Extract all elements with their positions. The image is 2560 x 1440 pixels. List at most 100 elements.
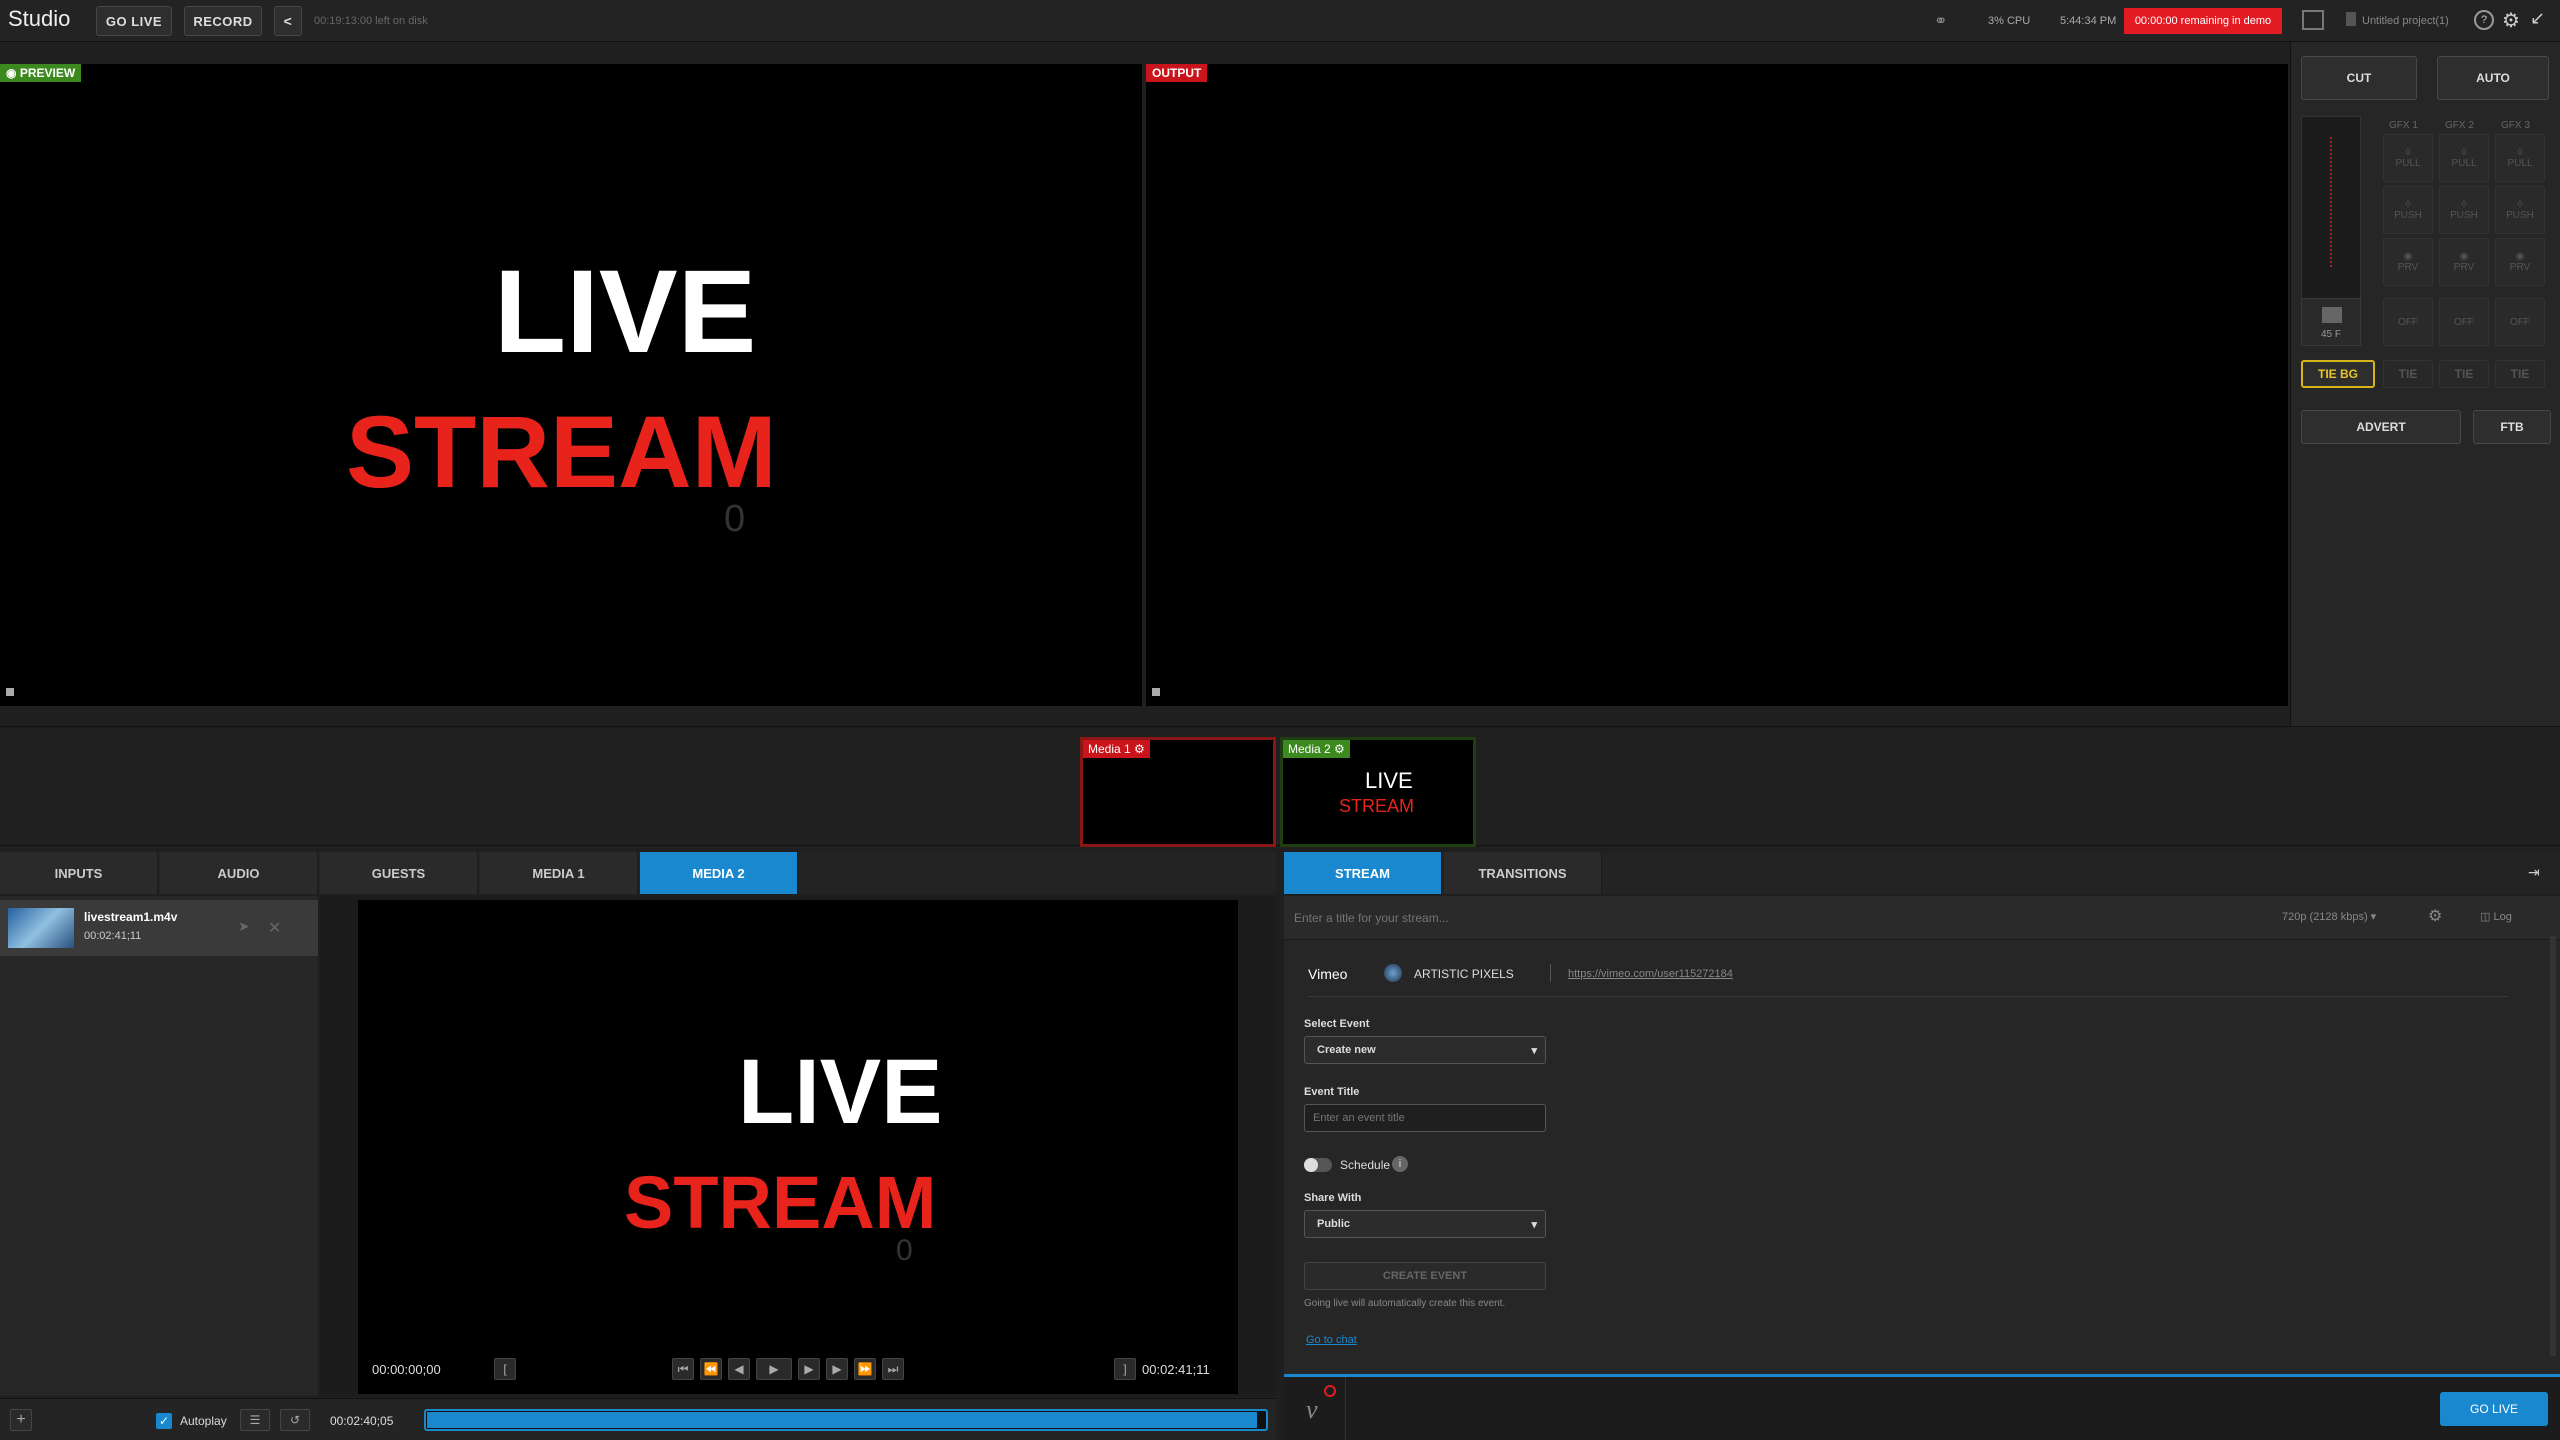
share-with-label: Share With: [1304, 1192, 1362, 1204]
share-with-dropdown[interactable]: Public ▾: [1304, 1210, 1546, 1238]
gfx-3-prv-button[interactable]: ◉ PRV: [2495, 238, 2545, 286]
gfx-1-label: GFX 1: [2389, 120, 2418, 131]
lock-icon[interactable]: [6, 688, 14, 696]
gfx-2-off-button[interactable]: OFF: [2439, 298, 2489, 346]
gfx-1-pull-button[interactable]: ◊ PULL: [2383, 134, 2433, 182]
schedule-toggle[interactable]: [1304, 1158, 1332, 1172]
cpu-usage: 3% CPU: [1988, 15, 2031, 27]
playlist: livestream1.m4v 00:02:41;11 ➤ ✕: [0, 896, 318, 1396]
stream-footer: v GO LIVE: [1284, 1374, 2560, 1440]
tab-stream[interactable]: STREAM: [1284, 852, 1442, 894]
add-icon[interactable]: +: [10, 1409, 32, 1431]
media-2-live-text: LIVE: [1365, 768, 1413, 793]
thumbnail: [8, 908, 74, 948]
layout-icon[interactable]: [2302, 10, 2324, 30]
tab-media-1[interactable]: MEDIA 1: [480, 852, 638, 894]
scrub-progress: [427, 1412, 1257, 1428]
media-viewport[interactable]: LIVE STREAM 0 00:00:00;00 [ ⏮ ⏪ ◀ ▶ ▶ ▶ …: [358, 900, 1238, 1394]
frames-box[interactable]: 45 F: [2301, 298, 2361, 346]
gear-icon[interactable]: ⚙: [2428, 906, 2442, 926]
stream-title-input[interactable]: [1294, 904, 2194, 932]
event-title-input[interactable]: [1304, 1104, 1546, 1132]
play-icon[interactable]: ▶: [798, 1358, 820, 1380]
tie-3-button[interactable]: TIE: [2495, 360, 2545, 388]
preview-label: ◉ PREVIEW: [0, 64, 82, 82]
output-viewport[interactable]: OUTPUT: [1146, 64, 2288, 706]
divider: [1550, 964, 1551, 982]
gfx-2-prv-button[interactable]: ◉ PRV: [2439, 238, 2489, 286]
tab-guests[interactable]: GUESTS: [320, 852, 478, 894]
fast-forward-icon[interactable]: ⏩: [854, 1358, 876, 1380]
list-icon[interactable]: ☰: [240, 1409, 270, 1431]
play-loop-icon[interactable]: ▶: [756, 1358, 792, 1380]
loop-icon[interactable]: ↺: [280, 1409, 310, 1431]
media-counter: 0: [896, 1234, 913, 1267]
tab-transitions[interactable]: TRANSITIONS: [1444, 852, 1602, 894]
tie-1-button[interactable]: TIE: [2383, 360, 2433, 388]
scrub-bar[interactable]: [424, 1409, 1268, 1431]
tab-inputs[interactable]: INPUTS: [0, 852, 158, 894]
autoplay-checkbox[interactable]: ✓: [156, 1413, 172, 1429]
vimeo-icon: v: [1306, 1395, 1318, 1424]
gfx-3-pull-button[interactable]: ◊ PULL: [2495, 134, 2545, 182]
step-forward-icon[interactable]: ▶: [826, 1358, 848, 1380]
set-out-icon[interactable]: ]: [1114, 1358, 1136, 1380]
tie-2-button[interactable]: TIE: [2439, 360, 2489, 388]
gfx-2-pull-button[interactable]: ◊ PULL: [2439, 134, 2489, 182]
gfx-1-push-button[interactable]: ◊ PUSH: [2383, 186, 2433, 234]
arrow-icon[interactable]: ➤: [238, 918, 250, 935]
media-1-label: Media 1 ⚙: [1083, 740, 1150, 758]
go-live-button[interactable]: GO LIVE: [96, 6, 172, 36]
preview-viewport[interactable]: ◉ PREVIEW LIVE STREAM 0: [0, 64, 1142, 706]
info-icon[interactable]: i: [1392, 1156, 1408, 1172]
media-2-source[interactable]: Media 2 ⚙ LIVE STREAM: [1280, 737, 1476, 847]
app-title: Studio: [8, 6, 71, 31]
rewind-icon[interactable]: ⏪: [700, 1358, 722, 1380]
headphones-icon[interactable]: ⚭: [1934, 11, 1947, 31]
playhead-time: 00:02:40;05: [330, 1414, 394, 1428]
close-icon[interactable]: ✕: [268, 918, 281, 938]
gfx-2-push-button[interactable]: ◊ PUSH: [2439, 186, 2489, 234]
help-icon[interactable]: ?: [2474, 10, 2494, 30]
tab-media-2[interactable]: MEDIA 2: [640, 852, 798, 894]
create-event-button[interactable]: CREATE EVENT: [1304, 1262, 1546, 1290]
vimeo-destination[interactable]: v: [1284, 1377, 1346, 1440]
media-1-source[interactable]: Media 1 ⚙: [1080, 737, 1276, 847]
ftb-button[interactable]: FTB: [2473, 410, 2551, 444]
gfx-1-off-button[interactable]: OFF: [2383, 298, 2433, 346]
disabled-icon: [1324, 1385, 1336, 1397]
go-live-stream-button[interactable]: GO LIVE: [2440, 1392, 2548, 1426]
gfx-1-prv-button[interactable]: ◉ PRV: [2383, 238, 2433, 286]
record-button[interactable]: RECORD: [184, 6, 262, 36]
advert-button[interactable]: ADVERT: [2301, 410, 2461, 444]
lock-icon[interactable]: [1152, 688, 1160, 696]
cut-button[interactable]: CUT: [2301, 56, 2417, 100]
schedule-label: Schedule: [1340, 1158, 1391, 1172]
tie-bg-button[interactable]: TIE BG: [2301, 360, 2375, 388]
gear-icon[interactable]: ⚙: [2502, 8, 2520, 33]
select-event-dropdown[interactable]: Create new ▾: [1304, 1036, 1546, 1064]
media-live-text: LIVE: [738, 1041, 943, 1143]
collapse-panel-icon[interactable]: ⇥: [2528, 864, 2540, 881]
skip-start-icon[interactable]: ⏮: [672, 1358, 694, 1380]
collapse-icon[interactable]: ↙: [2530, 8, 2545, 29]
clock: 5:44:34 PM: [2060, 15, 2117, 27]
skip-end-icon[interactable]: ⏭: [882, 1358, 904, 1380]
quality-select[interactable]: 720p (2128 kbps) ▾: [2282, 910, 2376, 923]
tab-audio[interactable]: AUDIO: [160, 852, 318, 894]
project-name[interactable]: Untitled project(1): [2362, 15, 2449, 27]
preview-stream-text: STREAM: [346, 395, 777, 509]
step-back-icon[interactable]: ◀: [728, 1358, 750, 1380]
set-in-icon[interactable]: [: [494, 1358, 516, 1380]
preview-live-text: LIVE: [494, 246, 757, 378]
scrollbar[interactable]: [2550, 936, 2556, 1356]
list-item[interactable]: livestream1.m4v 00:02:41;11 ➤ ✕: [0, 900, 318, 956]
autoplay-label: Autoplay: [180, 1414, 227, 1428]
log-button[interactable]: ◫ Log: [2480, 910, 2512, 923]
gfx-3-push-button[interactable]: ◊ PUSH: [2495, 186, 2545, 234]
auto-button[interactable]: AUTO: [2437, 56, 2549, 100]
vimeo-url-link[interactable]: https://vimeo.com/user115272184: [1568, 968, 1733, 980]
go-to-chat-link[interactable]: Go to chat: [1306, 1334, 1357, 1346]
share-icon[interactable]: <: [274, 6, 302, 36]
gfx-3-off-button[interactable]: OFF: [2495, 298, 2545, 346]
